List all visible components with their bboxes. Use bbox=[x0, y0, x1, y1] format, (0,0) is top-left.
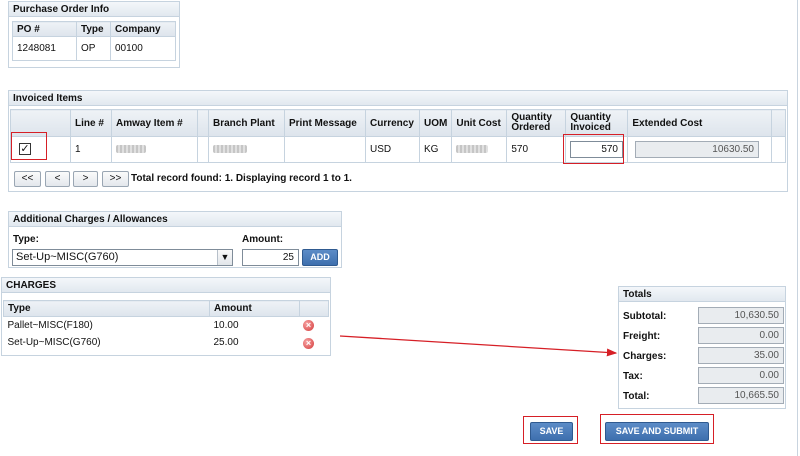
charges-table: Type Amount Pallet~MISC(F180) 10.00 Set-… bbox=[3, 300, 329, 351]
amount-label: Amount: bbox=[242, 234, 284, 245]
totals-panel: Totals Subtotal: 10,630.50 Freight: 0.00… bbox=[618, 286, 786, 409]
invoiced-items-panel: Invoiced Items Line # Amway Item # Branc… bbox=[8, 90, 788, 192]
purchase-order-info-panel: Purchase Order Info PO # Type Company 12… bbox=[8, 1, 180, 68]
charges-total-label: Charges: bbox=[623, 351, 667, 362]
tax-field: 0.00 bbox=[698, 367, 784, 384]
spacer-cell bbox=[197, 136, 209, 163]
charge-amount-header: Amount bbox=[209, 300, 300, 317]
charges-total-field: 35.00 bbox=[698, 347, 784, 364]
save-button[interactable]: SAVE bbox=[530, 422, 573, 441]
purchase-order-info-title: Purchase Order Info bbox=[9, 2, 179, 17]
amway-item-header: Amway Item # bbox=[111, 109, 198, 137]
spacer-column-header bbox=[197, 109, 209, 137]
chevron-down-icon[interactable]: ▼ bbox=[217, 250, 232, 265]
branch-plant-cell bbox=[208, 136, 285, 163]
extended-cost-input: 10630.50 bbox=[635, 141, 759, 158]
unit-cost-cell bbox=[451, 136, 508, 163]
save-and-submit-button[interactable]: SAVE AND SUBMIT bbox=[605, 422, 709, 441]
po-number-cell: 1248081 bbox=[12, 36, 77, 61]
quantity-invoiced-header: Quantity Invoiced bbox=[565, 109, 629, 137]
charge-row-2-type: Set-Up~MISC(G760) bbox=[7, 336, 101, 348]
additional-charges-title: Additional Charges / Allowances bbox=[9, 212, 341, 227]
charges-title: CHARGES bbox=[2, 278, 330, 293]
charge-type-header: Type bbox=[3, 300, 210, 317]
redacted-branch-plant bbox=[213, 145, 247, 154]
charge-delete-header bbox=[299, 300, 329, 317]
tax-label: Tax: bbox=[623, 371, 643, 382]
last-page-button[interactable]: >> bbox=[102, 171, 129, 187]
first-page-button[interactable]: << bbox=[14, 171, 41, 187]
delete-icon[interactable]: × bbox=[303, 320, 314, 331]
line-number-cell: 1 bbox=[70, 136, 112, 163]
print-message-header: Print Message bbox=[284, 109, 366, 137]
previous-page-button[interactable]: < bbox=[45, 171, 70, 187]
charge-type-value: Set-Up~MISC(G760) bbox=[16, 251, 119, 263]
amount-input[interactable]: 25 bbox=[242, 249, 299, 266]
select-column-header bbox=[10, 109, 71, 137]
currency-cell: USD bbox=[365, 136, 420, 163]
delete-icon[interactable]: × bbox=[303, 338, 314, 349]
charge-row-2-amount: 25.00 bbox=[213, 336, 239, 348]
charge-type-select[interactable]: Set-Up~MISC(G760) ▼ bbox=[12, 249, 233, 266]
po-number-header: PO # bbox=[12, 21, 77, 37]
invoiced-items-title: Invoiced Items bbox=[9, 91, 787, 106]
freight-field: 0.00 bbox=[698, 327, 784, 344]
type-header: Type bbox=[76, 21, 111, 37]
subtotal-label: Subtotal: bbox=[623, 311, 667, 322]
total-field: 10,665.50 bbox=[698, 387, 784, 404]
totals-title: Totals bbox=[619, 287, 785, 302]
unit-cost-header: Unit Cost bbox=[451, 109, 508, 137]
pager-status: Total record found: 1. Displaying record… bbox=[131, 173, 352, 184]
company-header: Company bbox=[110, 21, 176, 37]
redacted-item-number bbox=[116, 145, 146, 154]
subtotal-field: 10,630.50 bbox=[698, 307, 784, 324]
purchase-order-table: PO # Type Company 1248081 OP 00100 bbox=[12, 21, 176, 61]
charge-row-1-type: Pallet~MISC(F180) bbox=[7, 319, 93, 331]
next-page-button[interactable]: > bbox=[73, 171, 98, 187]
charge-row-1-amount: 10.00 bbox=[213, 319, 239, 331]
add-charge-button[interactable]: ADD bbox=[302, 249, 338, 266]
amway-item-cell bbox=[111, 136, 198, 163]
trailing-column-header bbox=[771, 109, 786, 137]
freight-label: Freight: bbox=[623, 331, 661, 342]
type-cell: OP bbox=[76, 36, 111, 61]
charges-panel: CHARGES Type Amount Pallet~MISC(F180) 10… bbox=[1, 277, 331, 356]
additional-charges-panel: Additional Charges / Allowances Type: Am… bbox=[8, 211, 342, 268]
quantity-invoiced-input[interactable]: 570 bbox=[570, 141, 623, 158]
trailing-cell bbox=[771, 136, 786, 163]
redacted-unit-cost bbox=[456, 145, 489, 154]
currency-header: Currency bbox=[365, 109, 420, 137]
total-label: Total: bbox=[623, 391, 650, 402]
quantity-ordered-header: Quantity Ordered bbox=[506, 109, 567, 137]
row-select-checkbox[interactable]: ✓ bbox=[19, 143, 31, 155]
company-cell: 00100 bbox=[110, 36, 176, 61]
uom-header: UOM bbox=[418, 109, 453, 137]
print-message-cell bbox=[284, 136, 366, 163]
branch-plant-header: Branch Plant bbox=[208, 109, 285, 137]
uom-cell: KG bbox=[418, 136, 453, 163]
type-label: Type: bbox=[13, 234, 39, 245]
quantity-ordered-cell: 570 bbox=[506, 136, 567, 163]
extended-cost-header: Extended Cost bbox=[627, 109, 773, 137]
page-right-border bbox=[797, 0, 798, 456]
line-number-header: Line # bbox=[70, 109, 112, 137]
